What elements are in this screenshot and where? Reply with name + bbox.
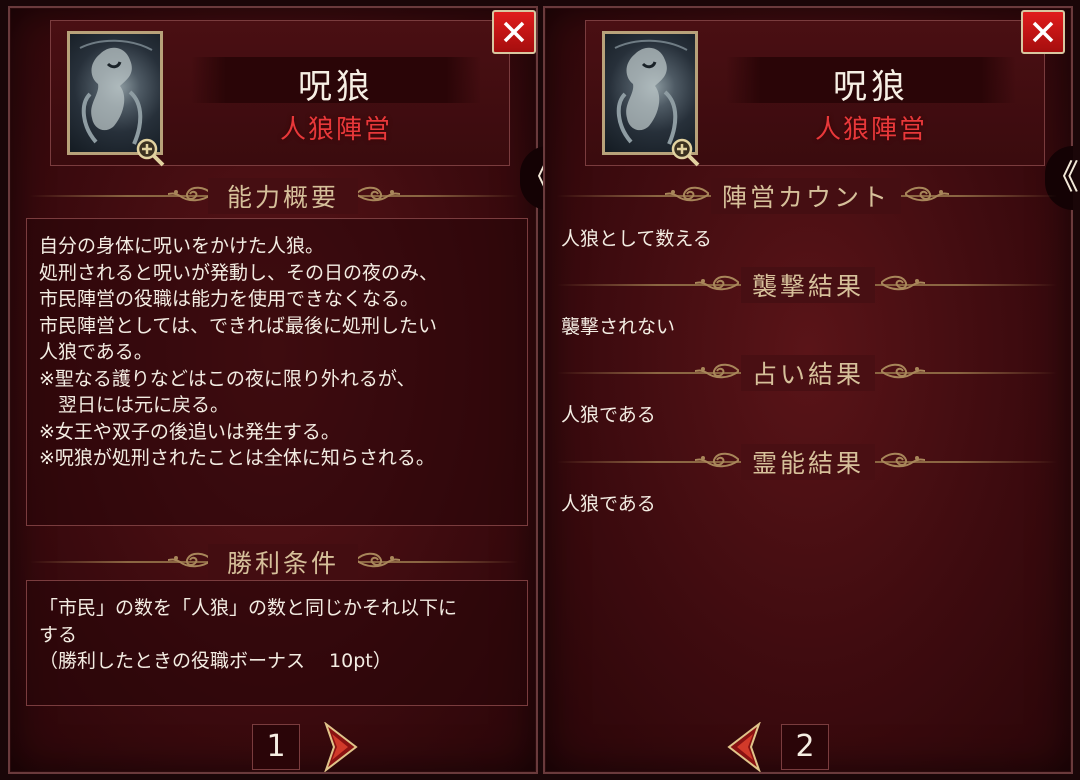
ornament-left-icon	[695, 452, 739, 468]
page-number: 2	[781, 724, 829, 770]
bonus-line: （勝利したときの役職ボーナス 10pt）	[39, 648, 457, 675]
victory-condition-box: 「市民」の数を「人狼」の数と同じかそれ以下に する （勝利したときの役職ボーナス…	[26, 580, 528, 706]
ornament-left-icon	[695, 275, 739, 291]
page-number: 1	[252, 724, 300, 770]
section-title-divination-result: 占い結果	[741, 355, 875, 391]
section-title-ability: 能力概要	[208, 178, 358, 214]
divination-result-value: 人狼である	[561, 404, 656, 426]
ornament-right-icon	[905, 186, 949, 202]
close-button[interactable]	[1021, 10, 1065, 54]
role-name: 呪狼	[298, 67, 374, 107]
ornament-right-icon	[881, 363, 925, 379]
ability-line: 自分の身体に呪いをかけた人狼。	[39, 235, 325, 257]
section-title-medium-result: 霊能結果	[741, 444, 875, 480]
role-header: 呪狼 人狼陣営	[585, 20, 1045, 167]
close-icon	[1032, 21, 1054, 43]
ornament-left-icon	[695, 363, 739, 379]
role-card-panel-page-2: 呪狼 人狼陣営 《 陣営カウント 人狼として数える 襲撃結果 襲撃されない 占い…	[543, 6, 1079, 774]
ability-line: 処刑されると呪いが発動し、その日の夜のみ、	[39, 261, 439, 284]
werewolf-portrait-art	[614, 39, 688, 145]
attack-result-value: 襲撃されない	[561, 316, 676, 338]
chevron-left-icon: 《	[1045, 158, 1079, 198]
role-header: 呪狼 人狼陣営	[50, 20, 510, 167]
ability-line: ※呪狼が処刑されたことは全体に知らされる。	[39, 447, 435, 469]
ornament-left-icon	[168, 186, 212, 202]
ornament-left-icon	[665, 186, 709, 202]
previous-page-arrow-icon[interactable]	[727, 722, 763, 772]
side-collapse-tab[interactable]: 《	[1045, 146, 1079, 210]
close-button[interactable]	[492, 10, 536, 54]
werewolf-portrait-art	[79, 39, 153, 145]
zoom-magnifier-icon[interactable]	[670, 137, 700, 167]
section-title-attack-result: 襲撃結果	[741, 267, 875, 303]
victory-line: する	[39, 623, 78, 646]
bonus-label: （勝利したときの役職ボーナス	[39, 650, 306, 672]
zoom-magnifier-icon[interactable]	[135, 137, 165, 167]
section-title-victory: 勝利条件	[208, 544, 358, 580]
faction-label: 人狼陣営	[279, 115, 392, 145]
victory-description: 「市民」の数を「人狼」の数と同じかそれ以下に する （勝利したときの役職ボーナス…	[39, 595, 457, 675]
ability-description-box: 自分の身体に呪いをかけた人狼。 処刑されると呪いが発動し、その日の夜のみ、 市民…	[26, 218, 528, 526]
ability-line: 人狼である。	[39, 341, 153, 363]
ornament-right-icon	[356, 552, 400, 568]
ability-line: ※女王や双子の後追いは発生する。	[39, 420, 340, 443]
ability-line: 翌日には元に戻る。	[39, 394, 230, 416]
bonus-value: 10pt）	[329, 650, 392, 672]
ability-description: 自分の身体に呪いをかけた人狼。 処刑されると呪いが発動し、その日の夜のみ、 市民…	[39, 233, 438, 472]
role-name: 呪狼	[833, 67, 909, 107]
close-icon	[503, 21, 525, 43]
ornament-right-icon	[881, 452, 925, 468]
role-card-panel-page-1: 呪狼 人狼陣営 《 能力概要 自分の身体に呪いをかけた人狼。 処刑されると呪いが…	[8, 6, 554, 774]
ornament-left-icon	[168, 552, 212, 568]
next-page-arrow-icon[interactable]	[322, 722, 358, 772]
ability-line: 市民陣営としては、できれば最後に処刑したい	[39, 314, 438, 337]
ornament-right-icon	[356, 186, 400, 202]
ornament-right-icon	[881, 275, 925, 291]
ability-line: 市民陣営の役職は能力を使用できなくなる。	[39, 288, 420, 310]
faction-count-value: 人狼として数える	[561, 228, 712, 250]
faction-label: 人狼陣営	[814, 115, 927, 145]
section-title-faction-count: 陣営カウント	[711, 178, 901, 214]
victory-line: 「市民」の数を「人狼」の数と同じかそれ以下に	[39, 597, 458, 619]
ability-line: ※聖なる護りなどはこの夜に限り外れるが、	[39, 367, 416, 390]
medium-result-value: 人狼である	[561, 493, 656, 515]
